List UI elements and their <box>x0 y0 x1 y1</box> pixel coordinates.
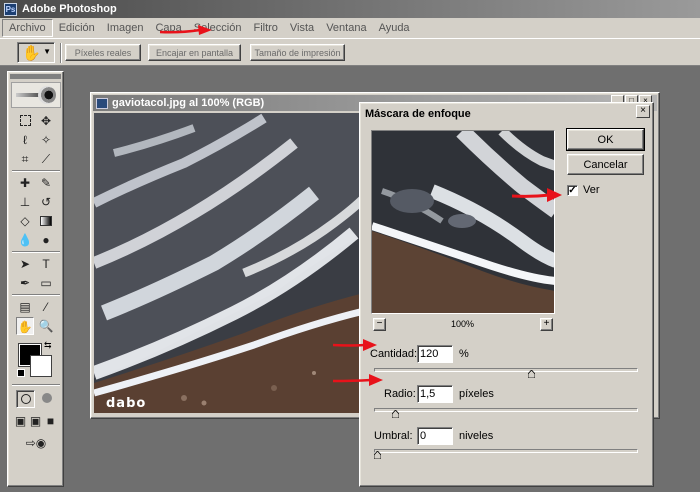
menu-filtro[interactable]: Filtro <box>247 20 283 36</box>
standard-mode-icon[interactable] <box>16 390 35 408</box>
threshold-unit: niveles <box>459 430 494 442</box>
pen-tool-icon[interactable]: ✒ <box>16 274 34 292</box>
options-divider <box>60 43 62 63</box>
photoshop-logo-icon: Ps <box>4 2 17 16</box>
threshold-slider-thumb[interactable] <box>374 451 381 459</box>
ok-button[interactable]: OK <box>566 128 645 151</box>
eyedropper-tool-icon[interactable]: ⁄ <box>37 298 55 316</box>
screen-mode-full-icon[interactable]: ■ <box>43 412 58 430</box>
options-bar: ✋ ▼ Píxeles reales Encajar en pantalla T… <box>0 38 700 66</box>
dialog-title: Máscara de enfoque <box>365 108 471 120</box>
document-title: gaviotacol.jpg al 100% (RGB) <box>112 97 265 109</box>
image-canvas[interactable]: dabo <box>94 113 364 413</box>
screen-mode-standard-icon[interactable]: ▣ <box>13 412 28 430</box>
path-selection-icon[interactable]: ➤ <box>16 255 34 273</box>
preview-checkbox[interactable]: ✓ <box>567 185 578 196</box>
toolbox-divider <box>12 251 60 253</box>
lasso-tool-icon[interactable]: ℓ <box>16 131 34 149</box>
amount-slider-track[interactable] <box>374 368 638 372</box>
arrow-to-radius-field-icon <box>333 374 383 386</box>
fit-on-screen-button[interactable]: Encajar en pantalla <box>148 44 241 61</box>
app-title: Adobe Photoshop <box>22 3 117 15</box>
toolbox-divider <box>12 170 60 172</box>
radius-slider-track[interactable] <box>374 408 638 412</box>
unsharp-mask-dialog: Máscara de enfoque × − 100% + OK Cancela… <box>359 102 654 487</box>
gradient-tool-icon[interactable] <box>37 212 55 230</box>
threshold-label: Umbral: <box>374 430 413 442</box>
dialog-close-button[interactable]: × <box>636 105 650 118</box>
eye-icon <box>38 86 56 104</box>
eraser-tool-icon[interactable]: ◇ <box>16 212 34 230</box>
hand-icon: ✋ <box>22 45 41 62</box>
magic-wand-icon[interactable]: ✧ <box>37 131 55 149</box>
quick-mask-icon[interactable] <box>37 390 56 408</box>
menu-edicion[interactable]: Edición <box>53 20 101 36</box>
print-size-button[interactable]: Tamaño de impresión <box>250 44 345 61</box>
toolbox-titlebar[interactable] <box>10 74 61 79</box>
slice-tool-icon[interactable]: ⟋ <box>37 150 55 168</box>
surf-photo <box>94 113 364 413</box>
crop-tool-icon[interactable]: ⌗ <box>16 150 34 168</box>
menu-vista[interactable]: Vista <box>284 20 320 36</box>
hand-tool-icon[interactable]: ✋ <box>16 317 34 335</box>
amount-label: Cantidad: <box>370 348 418 360</box>
default-colors-icon[interactable] <box>17 369 25 377</box>
zoom-in-button[interactable]: + <box>540 318 553 331</box>
blur-tool-icon[interactable]: 💧 <box>16 231 34 249</box>
swap-colors-icon[interactable]: ⇆ <box>44 340 52 351</box>
dropdown-arrow-icon: ▼ <box>43 47 51 56</box>
shape-tool-icon[interactable]: ▭ <box>37 274 55 292</box>
actual-pixels-button[interactable]: Píxeles reales <box>65 44 141 61</box>
dialog-titlebar[interactable]: Máscara de enfoque <box>362 105 651 123</box>
toolbox-divider <box>12 294 60 296</box>
cancel-button[interactable]: Cancelar <box>567 154 644 175</box>
preview-zoom-level: 100% <box>450 319 475 329</box>
clone-stamp-icon[interactable]: ⊥ <box>16 193 34 211</box>
app-title-bar: Ps Adobe Photoshop <box>0 0 700 18</box>
history-brush-icon[interactable]: ↺ <box>37 193 55 211</box>
arrow-to-amount-field-icon <box>333 339 377 351</box>
radius-unit: píxeles <box>459 388 494 400</box>
toolbox-divider <box>12 384 60 386</box>
threshold-slider-track[interactable] <box>374 449 638 453</box>
jump-to-imageready-icon[interactable]: ⇨◉ <box>16 434 56 452</box>
marquee-tool-icon[interactable] <box>16 112 34 130</box>
threshold-input[interactable]: 0 <box>417 427 453 445</box>
arrow-to-filter-menu-icon <box>160 25 212 35</box>
toolbox: ✥ ℓ ✧ ⌗ ⟋ ✚ ✎ ⊥ ↺ ◇ 💧 ● ➤ T ✒ ▭ ▤ ⁄ ✋ 🔍 … <box>7 71 64 487</box>
arrow-to-preview-checkbox-icon <box>512 188 562 202</box>
filter-preview[interactable] <box>371 130 555 314</box>
type-tool-icon[interactable]: T <box>37 255 55 273</box>
amount-input[interactable]: 120 <box>417 345 453 363</box>
menu-ayuda[interactable]: Ayuda <box>373 20 416 36</box>
zoom-tool-icon[interactable]: 🔍 <box>37 317 55 335</box>
radius-label: Radio: <box>384 388 416 400</box>
document-icon <box>96 97 108 109</box>
menu-imagen[interactable]: Imagen <box>101 20 150 36</box>
radius-input[interactable]: 1,5 <box>417 385 453 403</box>
dodge-tool-icon[interactable]: ● <box>37 231 55 249</box>
amount-unit: % <box>459 348 469 360</box>
watermark-logo: dabo <box>106 396 147 411</box>
notes-tool-icon[interactable]: ▤ <box>16 298 34 316</box>
menu-archivo[interactable]: Archivo <box>2 19 53 37</box>
preview-checkbox-label: Ver <box>583 184 600 196</box>
amount-slider-thumb[interactable] <box>528 370 536 378</box>
tool-preset-picker[interactable]: ✋ ▼ <box>17 42 55 63</box>
healing-brush-icon[interactable]: ✚ <box>16 174 34 192</box>
menu-ventana[interactable]: Ventana <box>320 20 372 36</box>
screen-mode-menu-icon[interactable]: ▣ <box>28 412 43 430</box>
brush-tool-icon[interactable]: ✎ <box>37 174 55 192</box>
zoom-out-button[interactable]: − <box>373 318 386 331</box>
radius-slider-thumb[interactable] <box>391 410 399 418</box>
background-color-swatch[interactable] <box>30 355 52 377</box>
preview-photo <box>372 131 554 313</box>
toolbox-logo[interactable] <box>11 82 61 108</box>
move-tool-icon[interactable]: ✥ <box>37 112 55 130</box>
menu-bar: Archivo Edición Imagen Capa Selección Fi… <box>0 18 700 38</box>
